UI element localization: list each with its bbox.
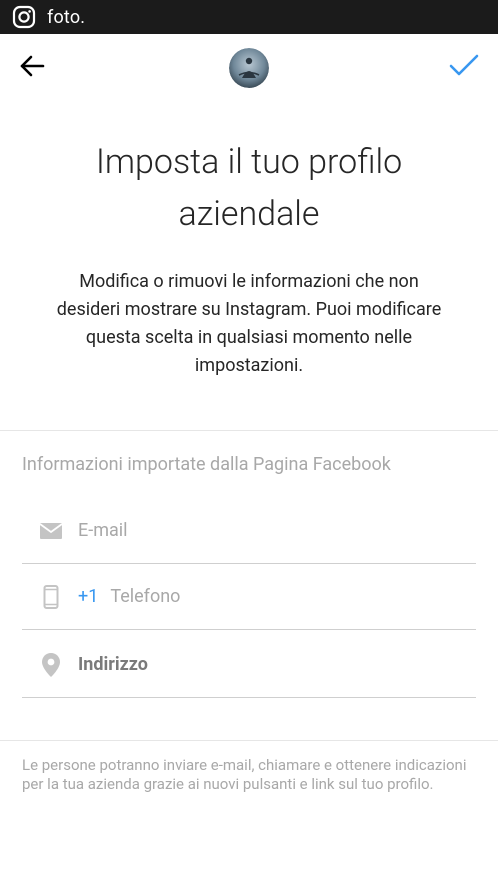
phone-icon [36,582,66,612]
address-value: Indirizzo [78,654,148,675]
status-bar: foto. [0,0,498,34]
section-title: Informazioni importate dalla Pagina Face… [22,454,391,475]
top-bar [0,34,498,102]
country-code[interactable]: +1 [78,586,98,607]
profile-avatar[interactable] [229,48,269,88]
divider [0,740,498,741]
checkmark-icon [448,53,480,83]
status-bar-title: foto. [47,6,86,28]
arrow-left-icon [18,52,46,84]
email-field[interactable]: E-mail [22,498,476,564]
divider [0,430,498,431]
footnote: Le persone potranno inviare e-mail, chia… [22,756,467,793]
confirm-button[interactable] [446,52,482,84]
envelope-icon [36,516,66,546]
location-pin-icon [36,650,66,680]
page-description: Modifica o rimuovi le informazioni che n… [56,271,442,376]
address-field[interactable]: Indirizzo [22,632,476,698]
page-title: Imposta il tuo profilo aziendale [95,142,403,234]
phone-placeholder: Telefono [110,586,181,607]
instagram-icon [12,5,36,29]
phone-field[interactable]: +1 Telefono [22,564,476,630]
email-placeholder: E-mail [78,520,128,541]
back-button[interactable] [16,52,48,84]
